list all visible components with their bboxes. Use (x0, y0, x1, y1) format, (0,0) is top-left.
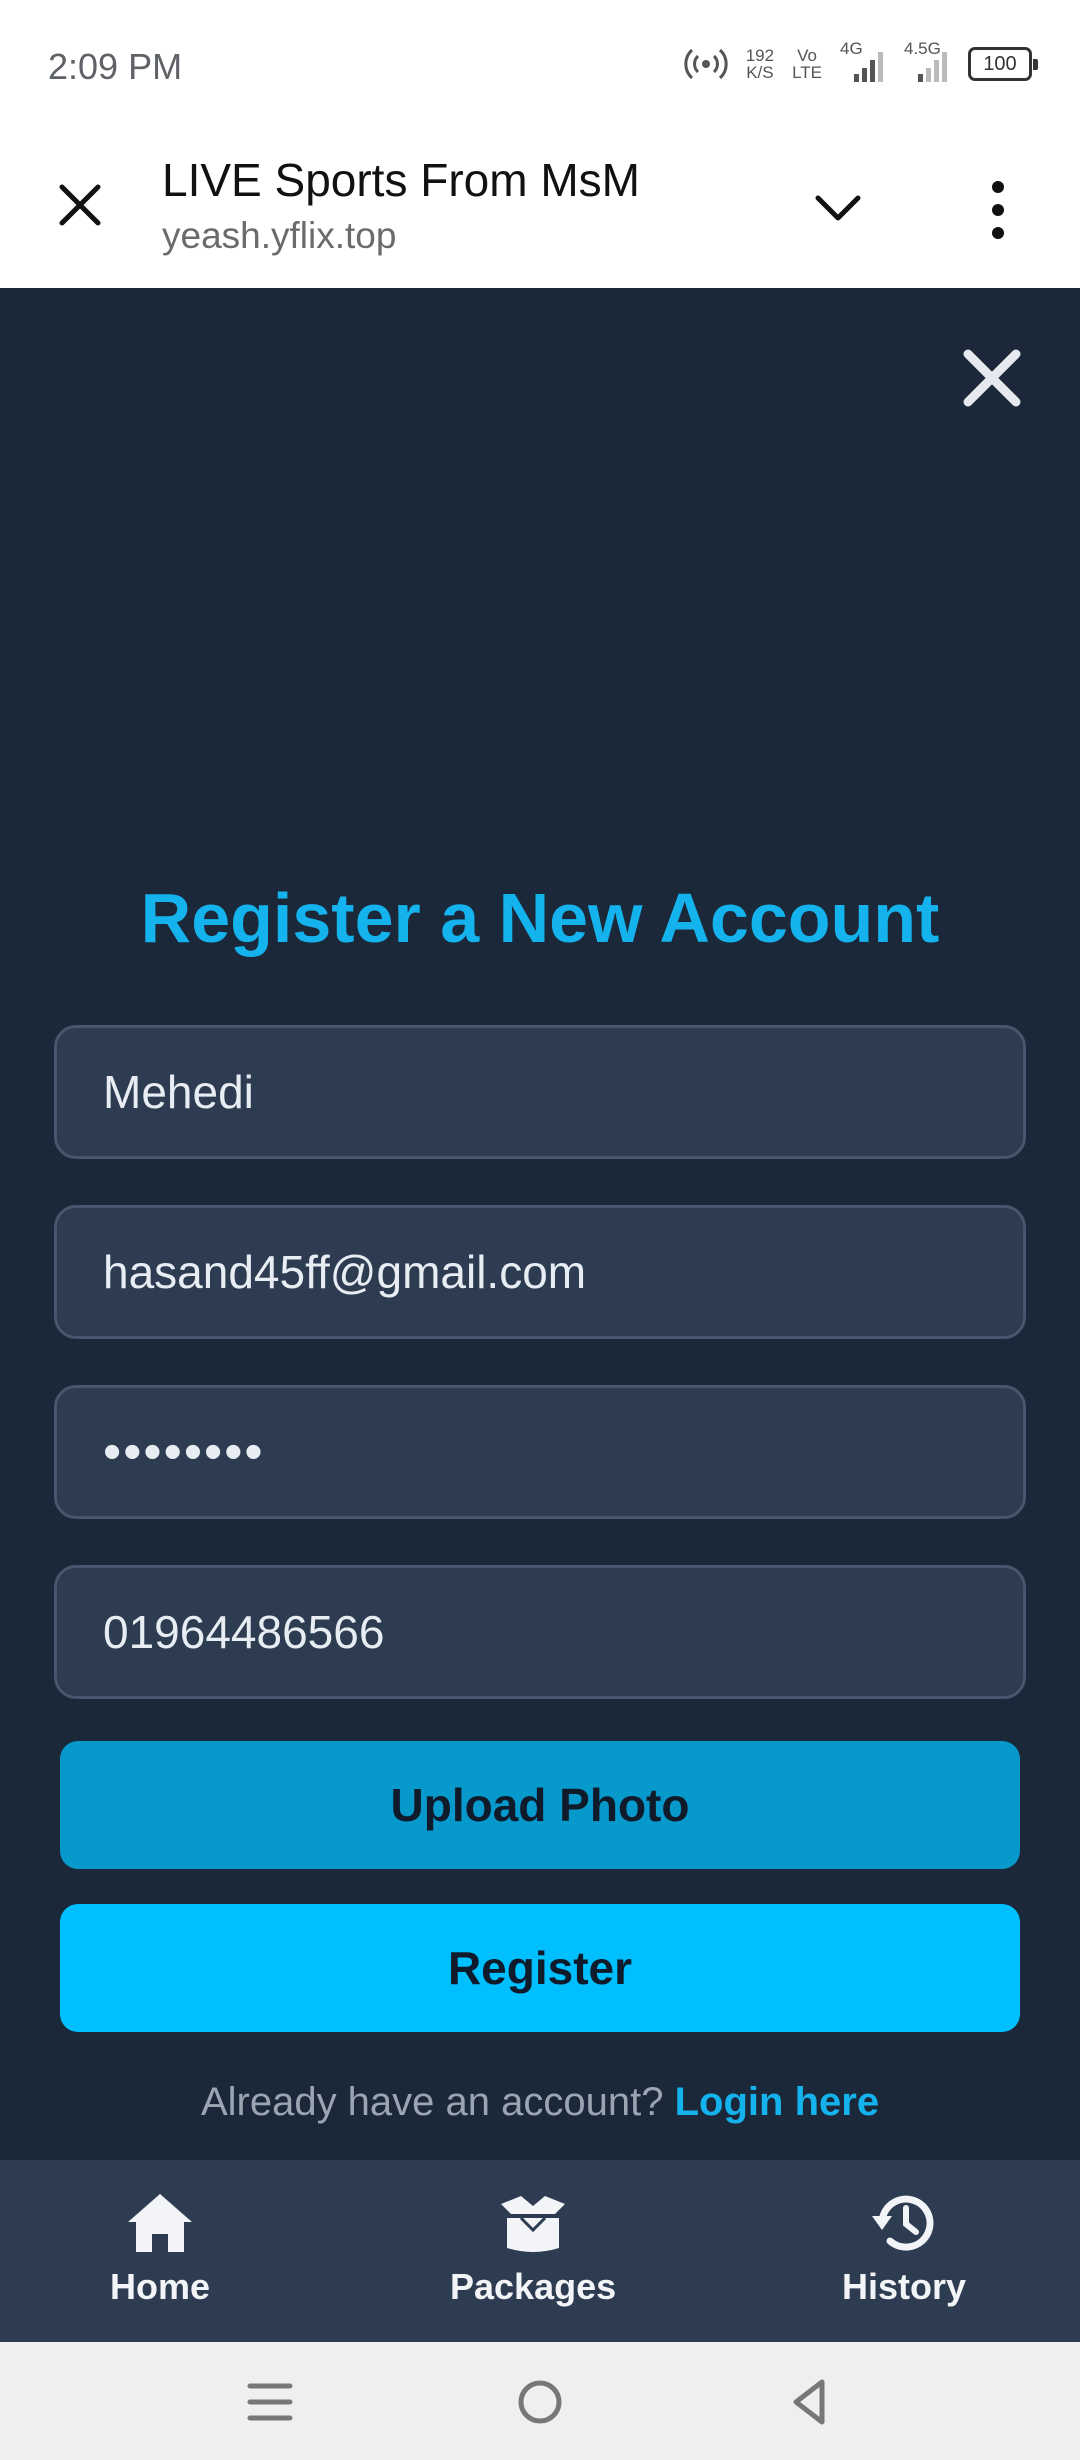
status-bar: 2:09 PM 192 K/S Vo LTE 4G 4.5G 100 (0, 0, 1080, 135)
register-page: Register a New Account Mehedi hasand45ff… (0, 288, 1080, 2160)
more-vertical-icon[interactable] (978, 175, 1018, 245)
register-button[interactable]: Register (60, 1904, 1020, 2032)
page-url[interactable]: yeash.yflix.top (162, 215, 396, 257)
system-navigation-bar (0, 2342, 1080, 2460)
history-icon (872, 2195, 934, 2251)
net-speed: 192 K/S (746, 47, 774, 81)
phone-field[interactable]: 01964486566 (54, 1565, 1026, 1699)
volte-indicator: Vo LTE (792, 47, 822, 81)
login-prompt-line: Already have an account? Login here (0, 2080, 1080, 2125)
menu-icon[interactable] (244, 2376, 296, 2428)
close-icon[interactable] (958, 344, 1026, 412)
home-circle-icon[interactable] (514, 2376, 566, 2428)
battery-level: 100 (983, 52, 1017, 75)
login-prompt: Already have an account? (200, 2080, 664, 2124)
back-icon[interactable] (784, 2376, 836, 2428)
nav-label-home: Home (110, 2266, 211, 2307)
hotspot-icon (684, 48, 728, 80)
volte-bottom: LTE (792, 63, 822, 82)
password-field[interactable]: •••••••• (54, 1385, 1026, 1519)
sim1-label: 4G (840, 39, 863, 58)
net-speed-unit: K/S (746, 63, 774, 82)
volte-top: Vo (797, 46, 817, 65)
status-icons: 192 K/S Vo LTE 4G 4.5G 100 (684, 40, 1038, 84)
chevron-down-icon[interactable] (808, 183, 868, 233)
login-link[interactable]: Login here (675, 2080, 879, 2124)
sim2-signal: 4.5G (904, 40, 950, 84)
upload-photo-button[interactable]: Upload Photo (60, 1741, 1020, 1869)
page-title: LIVE Sports From MsM (162, 154, 640, 206)
custom-tab-header: LIVE Sports From MsM yeash.yflix.top (0, 135, 1080, 288)
sim1-signal: 4G (840, 40, 886, 84)
net-speed-value: 192 (745, 46, 775, 65)
bottom-nav: Home Packages History (0, 2160, 1080, 2342)
nav-item-packages[interactable]: Packages (450, 2190, 616, 2308)
nav-item-history[interactable]: History (842, 2190, 966, 2308)
battery-icon: 100 (968, 47, 1038, 81)
name-field[interactable]: Mehedi (54, 1025, 1026, 1159)
close-icon[interactable] (50, 175, 110, 235)
nav-label-history: History (842, 2266, 967, 2307)
sim2-label: 4.5G (904, 39, 941, 58)
email-field[interactable]: hasand45ff@gmail.com (54, 1205, 1026, 1339)
nav-item-home[interactable]: Home (110, 2190, 210, 2308)
box-icon (501, 2196, 566, 2252)
nav-label-packages: Packages (450, 2266, 617, 2307)
status-time: 2:09 PM (48, 46, 183, 87)
home-icon (128, 2194, 193, 2252)
form-title: Register a New Account (140, 879, 940, 957)
